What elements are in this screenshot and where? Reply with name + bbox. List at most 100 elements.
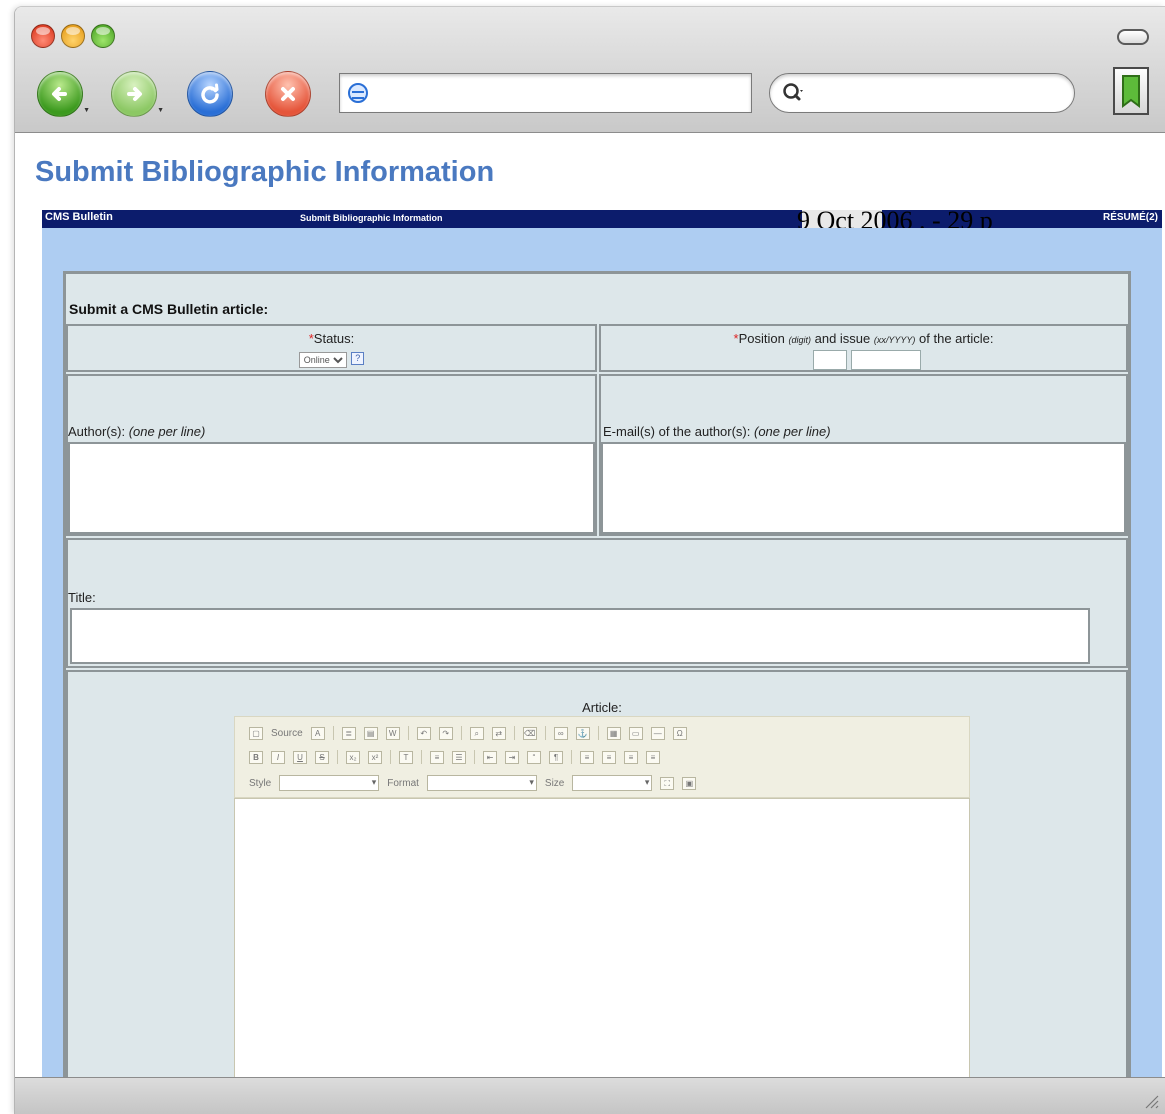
emails-input[interactable]	[603, 444, 1124, 532]
emails-label: E-mail(s) of the author(s): (one per lin…	[603, 424, 831, 439]
preview-icon[interactable]: A	[310, 726, 325, 740]
paste-word-icon[interactable]: W	[385, 726, 400, 740]
status-select[interactable]: Online	[298, 352, 347, 368]
anchor-icon[interactable]: ⚓	[575, 726, 590, 740]
find-icon[interactable]: ⌕	[469, 726, 484, 740]
authors-textarea[interactable]	[68, 442, 595, 534]
authors-input[interactable]	[70, 444, 593, 532]
style-dropdown[interactable]	[279, 775, 380, 791]
source-button[interactable]: Source	[271, 728, 303, 739]
replace-icon[interactable]: ⇄	[491, 726, 506, 740]
subscript-icon[interactable]: x₂	[346, 750, 360, 764]
status-label: Status:	[313, 331, 355, 346]
form-frame: Submit a CMS Bulletin article: *Status: …	[42, 228, 1162, 1077]
toolbar-row-1: ▢ Source A ≣ ▤ W ↶ ↷ ⌕ ⇄ ⌫ ∞ ⚓ ▦ ▭ — Ω	[249, 723, 687, 743]
authors-hint: (one per line)	[128, 424, 206, 439]
forward-button[interactable]: ▼	[111, 71, 164, 117]
issue-input[interactable]	[851, 350, 921, 370]
emails-cell: E-mail(s) of the author(s): (one per lin…	[599, 374, 1128, 536]
paste-icon[interactable]: ▤	[363, 726, 378, 740]
redo-icon[interactable]: ↷	[438, 726, 453, 740]
close-icon	[281, 87, 295, 101]
italic-icon[interactable]: I	[271, 750, 285, 764]
table-icon[interactable]: ▭	[628, 726, 643, 740]
status-cell: *Status: Online ?	[66, 324, 597, 372]
bulleted-list-icon[interactable]: ☰	[452, 750, 466, 764]
article-label: Article:	[582, 700, 622, 715]
bold-icon[interactable]: B	[249, 750, 263, 764]
header-bar: CMS Bulletin Submit Bibliographic Inform…	[42, 210, 1162, 228]
undo-icon[interactable]: ↶	[416, 726, 431, 740]
header-subtitle: Submit Bibliographic Information	[300, 213, 443, 223]
title-cell: Title:	[66, 538, 1128, 668]
arrow-left-icon	[52, 87, 67, 101]
toolbar-separator	[421, 750, 422, 764]
text-color-icon[interactable]: T	[399, 750, 413, 764]
format-dropdown[interactable]	[426, 775, 537, 791]
issue-text: and issue	[814, 331, 871, 346]
title-input[interactable]	[72, 610, 1088, 662]
strikethrough-icon[interactable]: S	[315, 750, 329, 764]
size-dropdown[interactable]	[572, 775, 653, 791]
emails-textarea[interactable]	[601, 442, 1126, 534]
title-field[interactable]	[70, 608, 1090, 664]
search-icon	[782, 82, 806, 104]
resize-grip-icon[interactable]	[1141, 1091, 1159, 1109]
special-char-icon[interactable]: Ω	[672, 726, 687, 740]
position-input[interactable]	[813, 350, 847, 370]
align-justify-icon[interactable]: ≡	[646, 750, 660, 764]
arrow-right-icon	[127, 87, 142, 101]
outdent-icon[interactable]: ⇤	[483, 750, 497, 764]
underline-icon[interactable]: U	[293, 750, 307, 764]
align-center-icon[interactable]: ≡	[602, 750, 616, 764]
maximize-icon[interactable]: ⛶	[660, 776, 675, 790]
div-icon[interactable]: ¶	[549, 750, 563, 764]
help-icon[interactable]: ?	[351, 352, 365, 366]
toolbar-separator	[571, 750, 572, 764]
numbered-list-icon[interactable]: ≡	[430, 750, 444, 764]
page-content: Submit Bibliographic Information CMS Bul…	[15, 134, 1165, 1077]
templates-icon[interactable]: ≣	[341, 726, 356, 740]
authors-cell: Author(s): (one per line)	[66, 374, 597, 536]
blockquote-icon[interactable]: “	[527, 750, 541, 764]
back-button[interactable]: ▼	[37, 71, 90, 117]
editor-toolbar: ▢ Source A ≣ ▤ W ↶ ↷ ⌕ ⇄ ⌫ ∞ ⚓ ▦ ▭ — Ω B…	[234, 716, 970, 798]
status-controls: Online ?	[68, 350, 595, 368]
align-left-icon[interactable]: ≡	[580, 750, 594, 764]
toolbar-separator	[390, 750, 391, 764]
bookmarks-button[interactable]	[1113, 67, 1149, 115]
style-label: Style	[249, 777, 272, 789]
reload-button[interactable]	[187, 71, 233, 117]
toolbar-separator	[513, 726, 515, 740]
remove-format-icon[interactable]: ⌫	[522, 726, 537, 740]
source-icon[interactable]: ▢	[249, 726, 263, 740]
address-input[interactable]	[374, 78, 751, 108]
superscript-icon[interactable]: x²	[368, 750, 382, 764]
image-icon[interactable]: ▦	[606, 726, 621, 740]
link-icon[interactable]: ∞	[553, 726, 568, 740]
show-blocks-icon[interactable]: ▣	[682, 776, 697, 790]
article-cell: Article: ▢ Source A ≣ ▤ W ↶ ↷ ⌕ ⇄ ⌫ ∞ ⚓ …	[66, 670, 1128, 1077]
toolbar-separator	[544, 726, 546, 740]
stop-button[interactable]	[265, 71, 311, 117]
position-hint: (digit)	[788, 335, 811, 345]
close-window-button[interactable]	[31, 24, 55, 48]
toolbar-separator	[460, 726, 462, 740]
indent-icon[interactable]: ⇥	[505, 750, 519, 764]
browser-window: ▼ ▼ Submit Bibliographic Information CMS…	[14, 6, 1165, 1114]
toolbar-separator	[407, 726, 409, 740]
site-name[interactable]: CMS Bulletin	[45, 211, 113, 223]
authors-label-text: Author(s):	[68, 424, 126, 439]
resume-link[interactable]: RÉSUMÉ(2)	[1103, 212, 1158, 223]
toolbar-row-3: Style Format Size ⛶ ▣	[249, 773, 697, 793]
bookmark-icon	[1122, 75, 1140, 108]
search-input[interactable]	[812, 78, 1074, 108]
toolbar-toggle-button[interactable]	[1117, 29, 1149, 45]
zoom-window-button[interactable]	[91, 24, 115, 48]
minimize-window-button[interactable]	[61, 24, 85, 48]
editor-content-area[interactable]	[234, 798, 970, 1077]
rule-icon[interactable]: —	[650, 726, 665, 740]
align-right-icon[interactable]: ≡	[624, 750, 638, 764]
position-text: Position	[738, 331, 785, 346]
form-heading: Submit a CMS Bulletin article:	[69, 301, 269, 317]
